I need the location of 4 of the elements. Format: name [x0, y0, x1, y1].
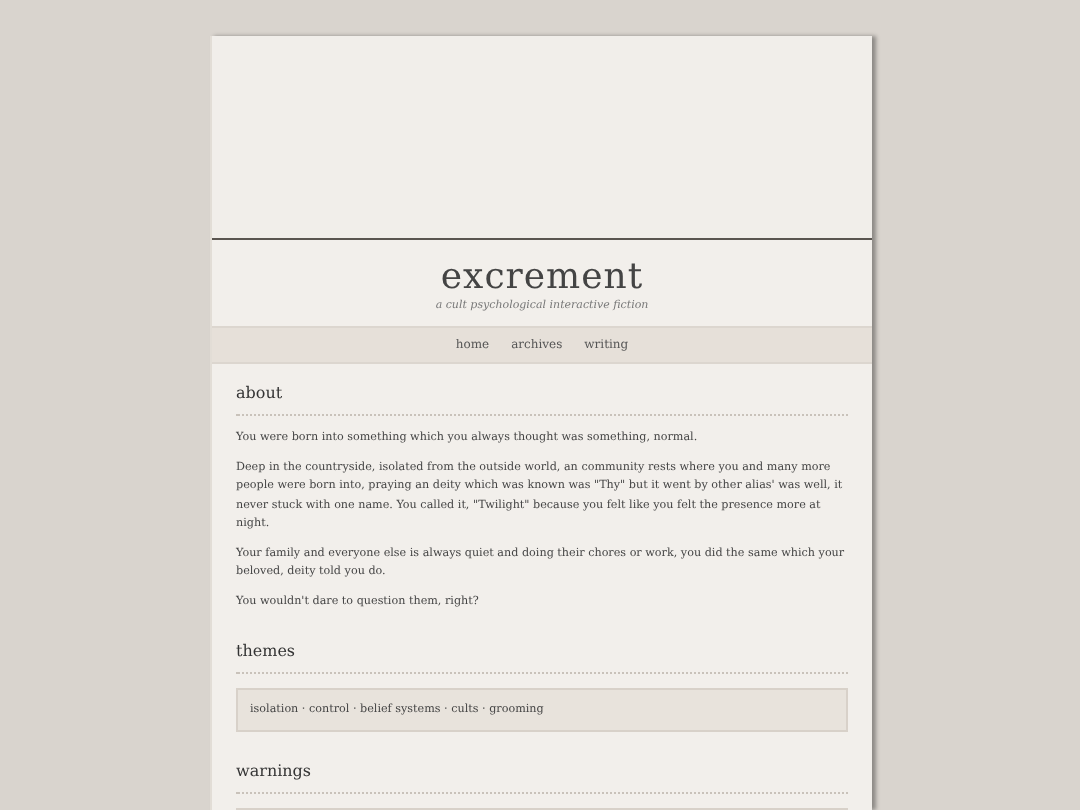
section-heading: themes — [236, 642, 848, 674]
site-title: excrement — [438, 256, 646, 299]
section-heading: about — [236, 384, 848, 416]
section-heading: warnings — [236, 762, 848, 794]
